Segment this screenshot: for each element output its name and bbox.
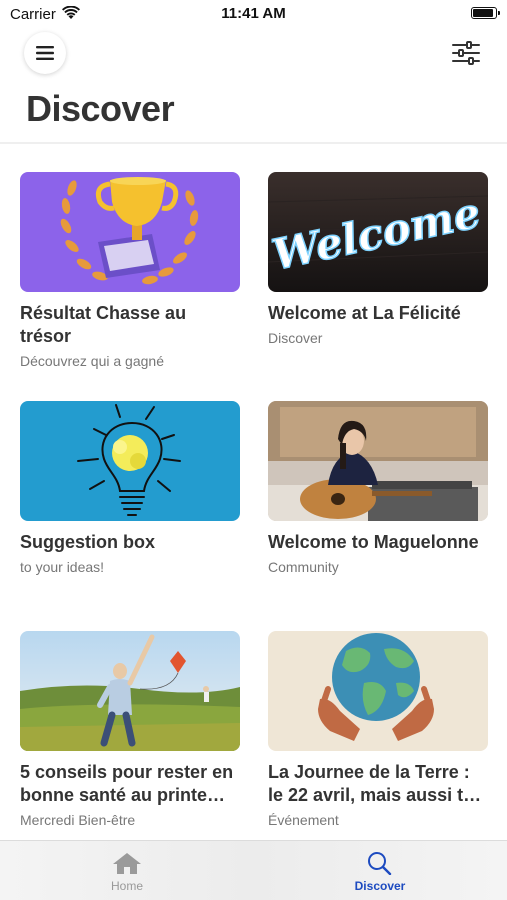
card-journee-terre[interactable]: La Journee de la Terre : le 22 avril, ma…: [268, 631, 488, 829]
sliders-icon: [452, 41, 480, 65]
card-title: La Journee de la Terre : le 22 avril, ma…: [268, 762, 482, 805]
card-title: Welcome at La Félicité: [268, 303, 461, 323]
card-subtitle: Mercredi Bien-être: [20, 812, 136, 828]
card-subtitle: Community: [268, 559, 339, 575]
card-title: Suggestion box: [20, 532, 155, 552]
guitar-person-image: [268, 401, 488, 521]
card-subtitle: Discover: [268, 330, 323, 346]
card-title: Welcome to Maguelonne: [268, 532, 479, 552]
battery-icon: [471, 7, 500, 19]
home-icon: [113, 853, 141, 874]
hamburger-icon: [36, 46, 54, 60]
search-icon: [368, 852, 392, 875]
status-bar: Carrier 11:41 AM: [0, 0, 507, 28]
card-conseils-sante[interactable]: 5 conseils pour rester en bonne santé au…: [20, 631, 240, 829]
card-subtitle: Découvrez qui a gagné: [20, 353, 164, 369]
earth-hands-image: [268, 631, 488, 751]
tab-home[interactable]: Home: [67, 841, 187, 900]
card-suggestion-box[interactable]: Suggestion box to your ideas!: [20, 401, 240, 576]
card-title: Résultat Chasse au trésor: [20, 303, 187, 346]
kite-field-image: [20, 631, 240, 751]
filter-button[interactable]: [449, 36, 483, 70]
card-title: 5 conseils pour rester en bonne santé au…: [20, 762, 234, 805]
tab-bar: Home Discover: [0, 840, 507, 900]
card-welcome-felicite[interactable]: Welcome Welcome at La Félicité Discover: [268, 172, 488, 347]
status-time: 11:41 AM: [221, 5, 286, 22]
card-chasse-tresor[interactable]: Résultat Chasse au trésor Découvrez qui …: [20, 172, 240, 370]
card-welcome-maguelonne[interactable]: Welcome to Maguelonne Community: [268, 401, 488, 576]
neon-welcome-image: Welcome: [268, 172, 488, 292]
card-subtitle: to your ideas!: [20, 559, 105, 575]
menu-button[interactable]: [24, 32, 66, 74]
lightbulb-image: [20, 401, 240, 521]
trophy-image: [20, 172, 240, 292]
tab-label: Discover: [354, 879, 406, 893]
tab-discover[interactable]: Discover: [320, 841, 440, 900]
page-title: Discover: [26, 88, 175, 129]
card-subtitle: Événement: [268, 812, 339, 828]
header-divider: [0, 142, 507, 144]
tab-label: Home: [110, 879, 143, 893]
